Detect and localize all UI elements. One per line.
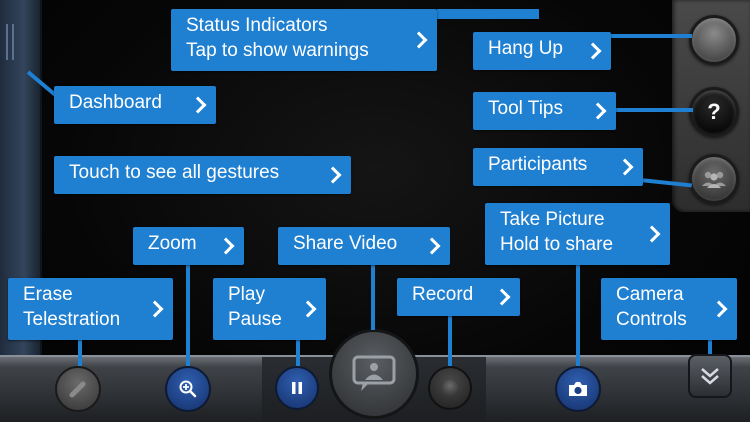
callout-play-line2: Pause [228, 309, 282, 330]
chevron-right-icon [584, 42, 602, 60]
callout-dashboard-label: Dashboard [69, 92, 162, 113]
callout-zoom-label: Zoom [148, 233, 197, 254]
callout-erase-telestration[interactable]: Erase Telestration [8, 278, 173, 340]
connector-share-video [371, 262, 375, 330]
callout-dashboard[interactable]: Dashboard [54, 86, 216, 124]
callout-status-line2: Tap to show warnings [186, 40, 369, 61]
question-mark-icon: ? [707, 99, 721, 124]
chevron-right-icon [217, 237, 235, 255]
connector-record [448, 312, 452, 366]
callout-record-label: Record [412, 284, 474, 305]
take-picture-button[interactable] [555, 366, 601, 412]
share-video-icon [352, 355, 396, 391]
zoom-in-icon [179, 380, 197, 398]
callout-camera-controls-line1: Camera [616, 284, 684, 305]
callout-take-picture[interactable]: Take Picture Hold to share [485, 203, 670, 265]
tool-tips-button[interactable]: ? [689, 87, 739, 137]
callout-gestures[interactable]: Touch to see all gestures [54, 156, 351, 194]
connector-hang-up [610, 34, 692, 38]
connector-take-picture [576, 262, 580, 366]
callout-erase-line2: Telestration [23, 309, 121, 330]
connector-erase [78, 340, 82, 366]
record-button[interactable] [428, 366, 472, 410]
chevron-right-icon [493, 288, 511, 306]
chevron-right-icon [324, 166, 342, 184]
camera-controls-button[interactable] [688, 354, 732, 398]
callout-record[interactable]: Record [397, 278, 520, 316]
hang-up-button[interactable] [689, 15, 739, 65]
pause-icon [292, 382, 302, 394]
callout-erase-line1: Erase [23, 284, 73, 305]
connector-tool-tips [615, 108, 693, 112]
erase-telestration-button[interactable] [55, 366, 101, 412]
play-pause-button[interactable] [275, 366, 319, 410]
callout-status-line1: Status Indicators [186, 15, 328, 36]
callout-camera-controls[interactable]: Camera Controls [601, 278, 737, 340]
connector-camera-controls [708, 340, 712, 354]
callout-tool-tips[interactable]: Tool Tips [473, 92, 616, 130]
zoom-button[interactable] [165, 366, 211, 412]
chevron-right-icon [589, 102, 607, 120]
callout-hang-up-label: Hang Up [488, 38, 563, 59]
callout-hang-up[interactable]: Hang Up [473, 32, 611, 70]
chevron-right-icon [423, 237, 441, 255]
chevron-right-icon [643, 225, 661, 243]
callout-play-line1: Play [228, 284, 265, 305]
callout-tool-tips-label: Tool Tips [488, 98, 563, 119]
callout-take-picture-line2: Hold to share [500, 234, 614, 255]
chevron-right-icon [410, 31, 428, 49]
callout-participants[interactable]: Participants [473, 148, 643, 186]
chevron-right-icon [710, 300, 728, 318]
callout-take-picture-line1: Take Picture [500, 209, 605, 230]
participants-button[interactable] [689, 154, 739, 204]
camera-icon [569, 382, 587, 396]
connector-zoom [186, 262, 190, 366]
callout-share-video[interactable]: Share Video [278, 227, 450, 265]
overlay-help-screen: ? Status Indicators Tap to show warnings… [0, 0, 750, 422]
callout-camera-controls-line2: Controls [616, 309, 687, 330]
chevron-right-icon [189, 96, 207, 114]
share-video-button[interactable] [329, 329, 419, 419]
record-dot-icon [442, 380, 458, 396]
callout-share-video-label: Share Video [293, 233, 398, 254]
callout-gestures-label: Touch to see all gestures [69, 162, 280, 183]
eraser-icon [69, 381, 86, 398]
chevron-right-icon [616, 158, 634, 176]
chevron-right-icon [299, 300, 317, 318]
connector-status [437, 9, 539, 19]
chevron-double-down-icon [701, 368, 719, 385]
callout-zoom[interactable]: Zoom [133, 227, 244, 265]
callout-status-indicators[interactable]: Status Indicators Tap to show warnings [171, 9, 437, 71]
callout-participants-label: Participants [488, 154, 588, 175]
participants-icon [702, 171, 726, 188]
callout-play-pause[interactable]: Play Pause [213, 278, 326, 340]
chevron-right-icon [146, 300, 164, 318]
connector-play [296, 340, 300, 366]
